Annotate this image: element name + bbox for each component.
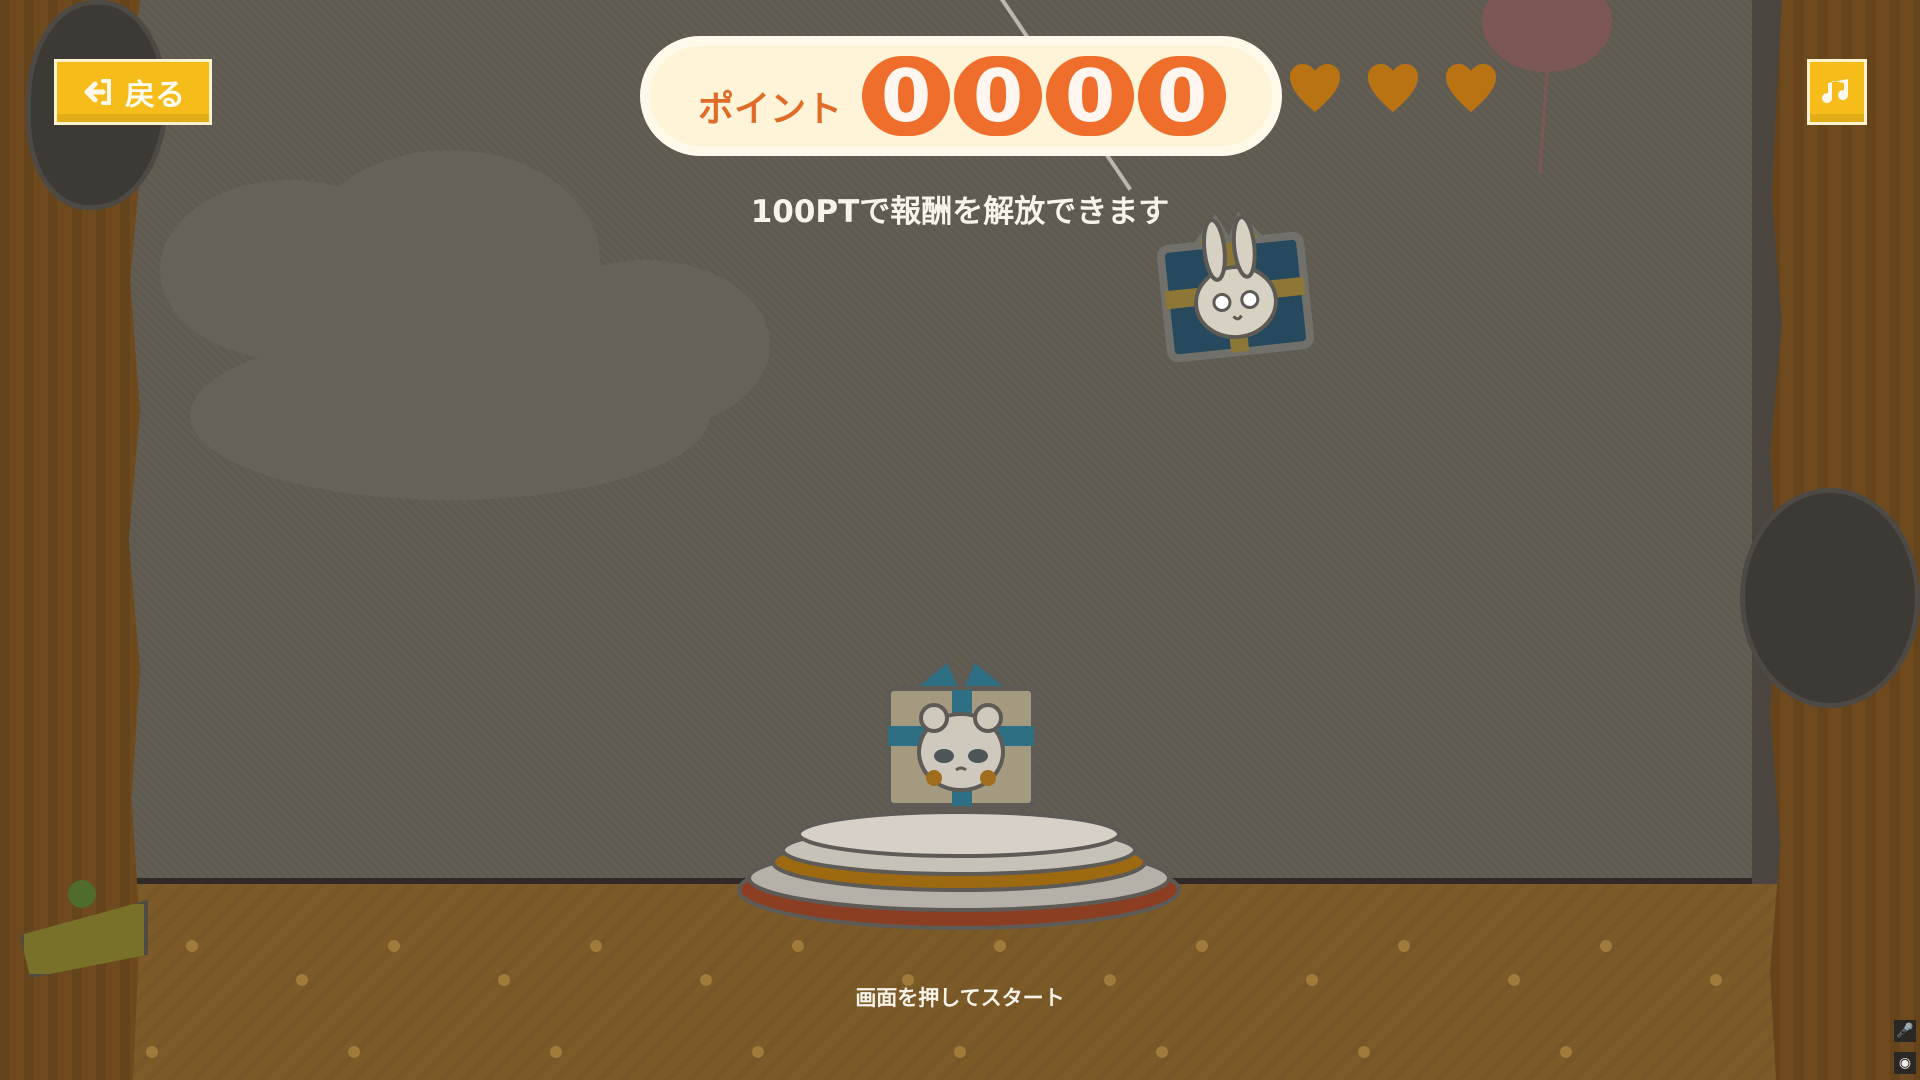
bear-gift-icon[interactable] bbox=[872, 646, 1050, 820]
floor-dot bbox=[1156, 1046, 1168, 1058]
back-arrow-icon bbox=[84, 79, 111, 105]
points-panel: ポイント 0 0 0 0 bbox=[640, 36, 1282, 156]
floor-dot bbox=[994, 940, 1006, 952]
floor-dot bbox=[1398, 940, 1410, 952]
heart-icon bbox=[1446, 64, 1496, 112]
back-button[interactable]: 戻る bbox=[54, 59, 212, 125]
floor-dot bbox=[1710, 974, 1722, 986]
floor-dot bbox=[1358, 1046, 1370, 1058]
floor-dot bbox=[954, 1046, 966, 1058]
lives-hearts bbox=[1286, 62, 1500, 114]
floor-dot bbox=[146, 1046, 158, 1058]
points-digit-3: 0 bbox=[1046, 56, 1134, 136]
floor-dot bbox=[1560, 1046, 1572, 1058]
heart-icon bbox=[1368, 64, 1418, 112]
back-button-label: 戻る bbox=[125, 78, 185, 113]
floor-dot bbox=[348, 1046, 360, 1058]
floor-dot bbox=[792, 940, 804, 952]
floor-dot bbox=[590, 940, 602, 952]
music-note-icon bbox=[1822, 79, 1849, 104]
floor-dot bbox=[388, 940, 400, 952]
floor-dot bbox=[498, 974, 510, 986]
record-icon[interactable]: ◉ bbox=[1894, 1052, 1916, 1074]
points-digit-1: 0 bbox=[862, 56, 950, 136]
points-digit-4: 0 bbox=[1138, 56, 1226, 136]
corner-controls: 🎤 ◉ bbox=[1894, 1020, 1916, 1074]
floor-dot bbox=[296, 974, 308, 986]
start-hint-text[interactable]: 画面を押してスタート bbox=[760, 982, 1160, 1012]
floor-dot bbox=[186, 940, 198, 952]
cherry-icon bbox=[68, 880, 96, 908]
floor-dot bbox=[700, 974, 712, 986]
floor-dot bbox=[752, 1046, 764, 1058]
floor-dot bbox=[1306, 974, 1318, 986]
floor-dot bbox=[550, 1046, 562, 1058]
right-dark-decoration bbox=[1740, 488, 1920, 708]
floor-dot bbox=[1508, 974, 1520, 986]
reward-hint-text: 100PTで報酬を解放できます bbox=[750, 194, 1170, 230]
game-stage[interactable]: 戻る ポイント 0 0 0 0 100PTで報酬を解放できます 画面を押してスタ… bbox=[0, 0, 1920, 1080]
microphone-icon[interactable]: 🎤 bbox=[1894, 1020, 1916, 1042]
points-label: ポイント bbox=[698, 89, 843, 130]
cloud-decoration bbox=[190, 330, 710, 500]
floor-dot bbox=[1196, 940, 1208, 952]
music-button[interactable] bbox=[1807, 59, 1867, 125]
points-digit-2: 0 bbox=[954, 56, 1042, 136]
floor-dot bbox=[1600, 940, 1612, 952]
heart-icon bbox=[1290, 64, 1340, 112]
